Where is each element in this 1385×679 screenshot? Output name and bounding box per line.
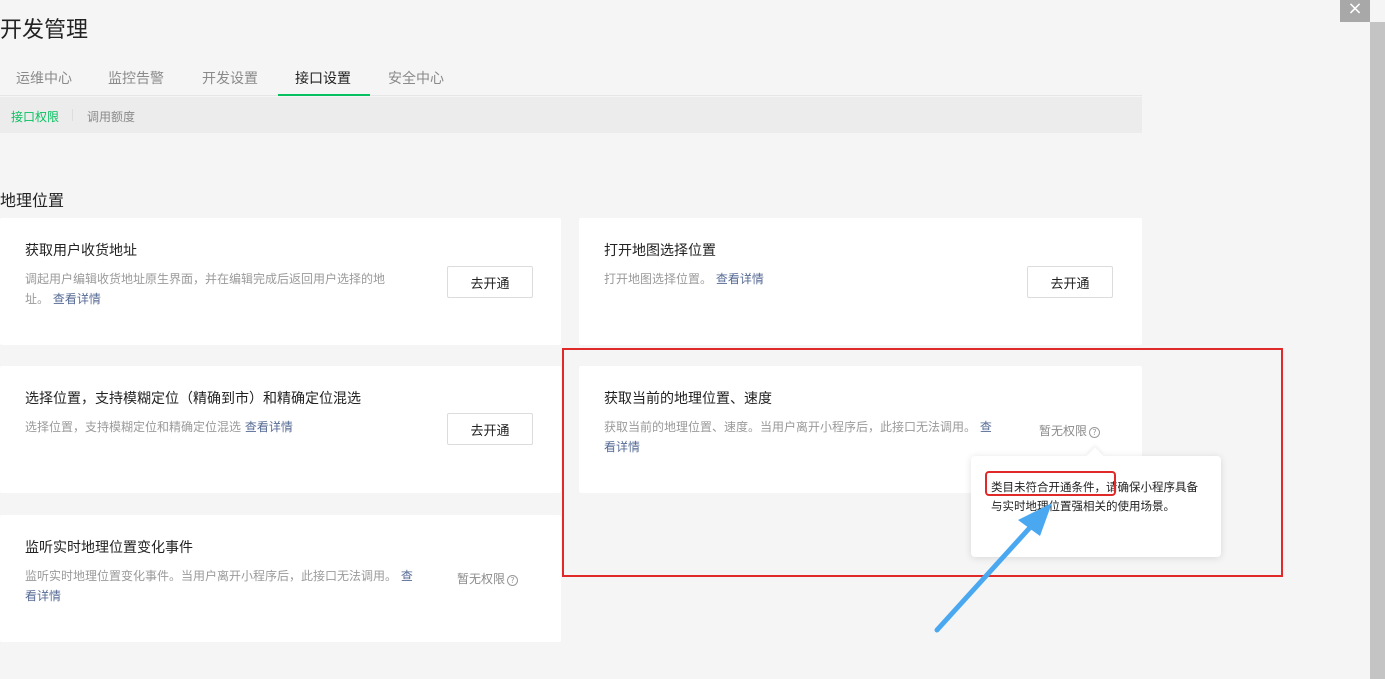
tab-ops-center[interactable]: 运维中心 — [16, 68, 72, 96]
card-title: 监听实时地理位置变化事件 — [25, 540, 193, 556]
card-title: 打开地图选择位置 — [604, 243, 716, 259]
subnav-divider — [72, 109, 73, 121]
view-details-link[interactable]: 查看详情 — [245, 420, 293, 434]
page-title: 开发管理 — [0, 18, 89, 43]
card-description: 调起用户编辑收货地址原生界面，并在编辑完成后返回用户选择的地址。 查看详情 — [25, 272, 386, 306]
tab-monitoring[interactable]: 监控告警 — [108, 68, 164, 96]
section-title: 地理位置 — [0, 191, 65, 210]
no-permission-status: 暂无权限? — [457, 570, 519, 587]
annotation-highlight-box — [562, 348, 1283, 577]
enable-button[interactable]: 去开通 — [1027, 266, 1113, 298]
subnav-call-quota[interactable]: 调用额度 — [87, 108, 135, 125]
close-icon[interactable]: × — [1340, 0, 1370, 22]
api-card-choose-location-map: 打开地图选择位置 打开地图选择位置。 查看详情 去开通 — [579, 218, 1142, 345]
sub-navigation: 接口权限 调用额度 — [0, 97, 1142, 133]
enable-button[interactable]: 去开通 — [447, 413, 533, 445]
annotation-text-highlight — [985, 471, 1116, 496]
active-tab-indicator — [278, 94, 370, 96]
card-title: 选择位置，支持模糊定位（精确到市）和精确定位混选 — [25, 391, 361, 407]
api-card-shipping-address: 获取用户收货地址 调起用户编辑收货地址原生界面，并在编辑完成后返回用户选择的地址… — [0, 218, 561, 345]
tab-security-center[interactable]: 安全中心 — [388, 68, 444, 96]
tab-dev-settings[interactable]: 开发设置 — [202, 68, 258, 96]
card-description: 打开地图选择位置。 查看详情 — [604, 272, 764, 286]
api-card-choose-location-fuzzy: 选择位置，支持模糊定位（精确到市）和精确定位混选 选择位置，支持模糊定位和精确定… — [0, 366, 561, 493]
view-details-link[interactable]: 查看详情 — [716, 272, 764, 286]
tab-api-settings[interactable]: 接口设置 — [295, 68, 351, 96]
view-details-link[interactable]: 查看详情 — [53, 292, 101, 306]
card-description: 选择位置，支持模糊定位和精确定位混选 查看详情 — [25, 420, 293, 434]
card-description: 监听实时地理位置变化事件。当用户离开小程序后，此接口无法调用。 查看详情 — [25, 569, 413, 603]
enable-button[interactable]: 去开通 — [447, 266, 533, 298]
card-title: 获取用户收货地址 — [25, 243, 137, 259]
subnav-api-permissions[interactable]: 接口权限 — [11, 108, 59, 125]
scrollbar[interactable] — [1370, 22, 1385, 679]
help-icon[interactable]: ? — [507, 575, 519, 586]
api-card-location-change: 监听实时地理位置变化事件 监听实时地理位置变化事件。当用户离开小程序后，此接口无… — [0, 515, 561, 642]
top-tabs: 运维中心 监控告警 开发设置 接口设置 安全中心 — [0, 64, 1142, 96]
